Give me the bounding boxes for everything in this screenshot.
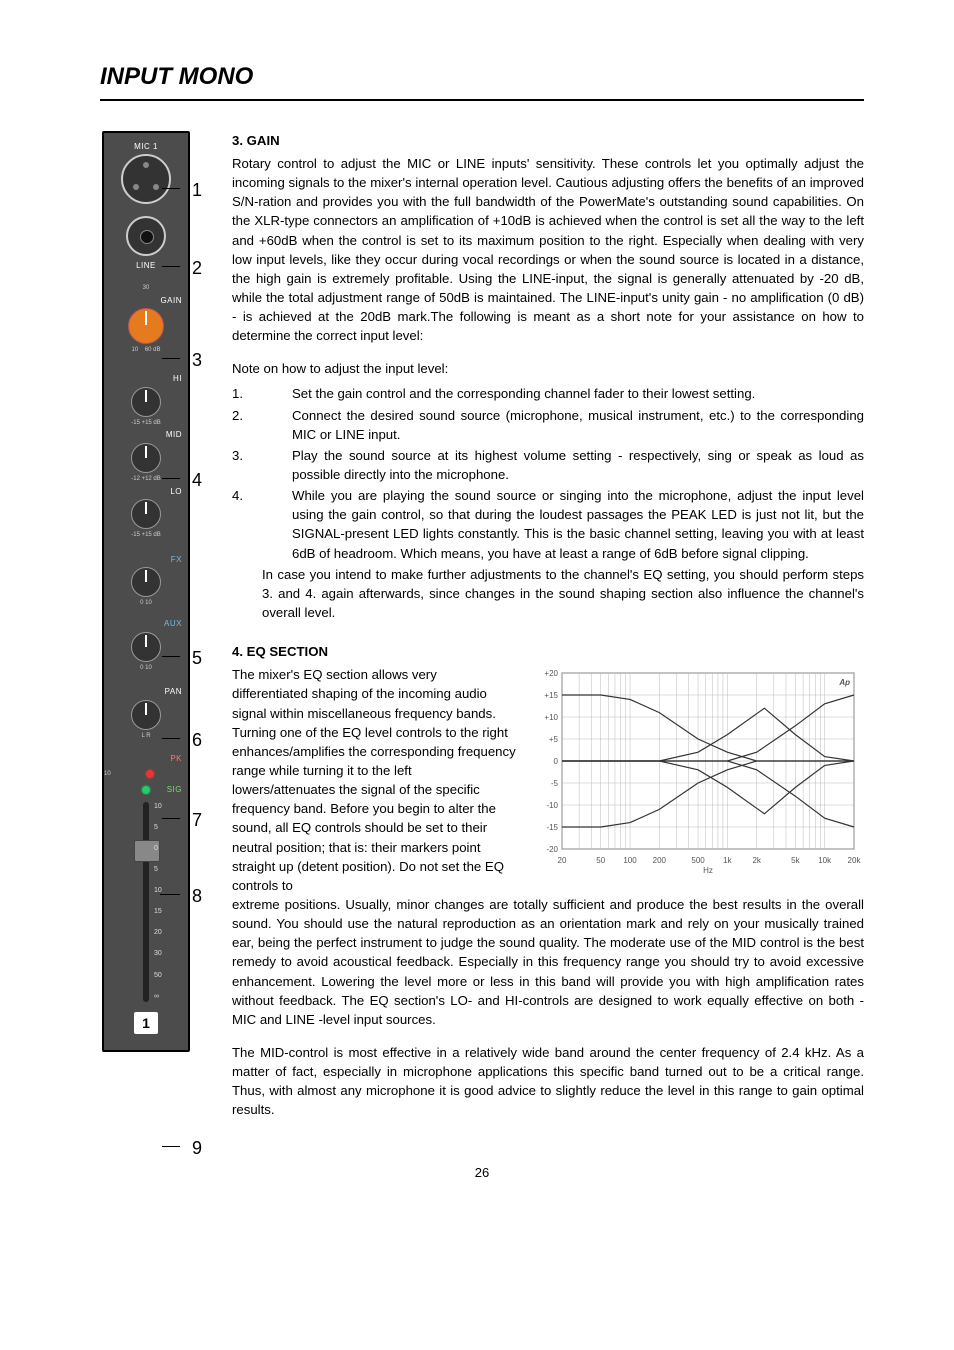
svg-text:100: 100 — [623, 856, 637, 865]
pan-label: PAN — [104, 686, 188, 698]
eq-chart: -20 -15 -10 -5 0 +5 +10 +15 +20 20 50 100 200 500 1k 2k… — [534, 665, 864, 895]
fader[interactable]: 105051015203050∞ — [104, 802, 188, 1002]
note-step: 4.While you are playing the sound source… — [232, 486, 864, 563]
fx-knob[interactable] — [131, 567, 161, 597]
svg-text:-15: -15 — [546, 823, 558, 832]
note-title: Note on how to adjust the input level: — [232, 359, 864, 378]
channel-number: 1 — [134, 1012, 158, 1034]
svg-text:+15: +15 — [544, 691, 558, 700]
note-step: 1.Set the gain control and the correspon… — [232, 384, 864, 403]
svg-text:500: 500 — [691, 856, 705, 865]
gain-scale: 30 — [104, 284, 188, 293]
channel-strip-column: MIC 1 LINE 30 GAIN 10 60 dB HI -15 +15 d… — [100, 131, 220, 1134]
eq-body-1: The mixer's EQ section allows very diffe… — [232, 665, 516, 895]
aux-label: AUX — [104, 618, 188, 630]
svg-text:1k: 1k — [723, 856, 732, 865]
callout-7: 7 — [192, 807, 202, 833]
sig-label: SIG — [104, 784, 188, 796]
svg-text:-10: -10 — [546, 801, 558, 810]
gain-label: GAIN — [104, 295, 188, 307]
svg-text:200: 200 — [653, 856, 667, 865]
svg-text:0: 0 — [554, 757, 559, 766]
svg-text:5k: 5k — [791, 856, 800, 865]
callout-6: 6 — [192, 727, 202, 753]
note-step: 3.Play the sound source at its highest v… — [232, 446, 864, 484]
fx-label: FX — [104, 554, 188, 566]
fader-scale: 105051015203050∞ — [154, 802, 162, 1002]
svg-text:+20: +20 — [544, 669, 558, 678]
gain-section-title: 3. GAIN — [232, 131, 864, 150]
svg-text:+10: +10 — [544, 713, 558, 722]
gain-afterword: In case you intend to make further adjus… — [232, 565, 864, 622]
peak-led-icon — [146, 770, 154, 778]
note-step: 2.Connect the desired sound source (micr… — [232, 406, 864, 444]
mic-label: MIC 1 — [104, 141, 188, 153]
callout-numbers: 123456789 — [192, 131, 220, 1134]
svg-text:-20: -20 — [546, 845, 558, 854]
channel-strip: MIC 1 LINE 30 GAIN 10 60 dB HI -15 +15 d… — [102, 131, 190, 1052]
svg-text:20k: 20k — [848, 856, 862, 865]
svg-text:+5: +5 — [549, 735, 559, 744]
svg-text:Hz: Hz — [703, 866, 713, 875]
pan-knob[interactable] — [131, 700, 161, 730]
page-title: INPUT MONO — [100, 60, 864, 101]
page-number: 26 — [100, 1164, 864, 1183]
lo-knob[interactable] — [131, 499, 161, 529]
callout-5: 5 — [192, 645, 202, 671]
callout-4: 4 — [192, 467, 202, 493]
aux-knob[interactable] — [131, 632, 161, 662]
svg-text:10k: 10k — [818, 856, 832, 865]
xlr-connector-icon — [121, 154, 171, 204]
lo-label: LO — [104, 486, 188, 498]
callout-3: 3 — [192, 347, 202, 373]
eq-body-3: The MID-control is most effective in a r… — [232, 1043, 864, 1120]
pk-label: PK — [104, 753, 188, 765]
svg-text:-5: -5 — [551, 779, 559, 788]
svg-text:2k: 2k — [752, 856, 761, 865]
svg-text:20: 20 — [558, 856, 567, 865]
callout-9: 9 — [192, 1135, 202, 1161]
callout-8: 8 — [192, 883, 202, 909]
mid-knob[interactable] — [131, 443, 161, 473]
callout-2: 2 — [192, 255, 202, 281]
trs-connector-icon — [126, 216, 166, 256]
svg-text:Ap: Ap — [838, 678, 850, 687]
body-text: 3. GAIN Rotary control to adjust the MIC… — [232, 131, 864, 1134]
hi-label: HI — [104, 373, 188, 385]
eq-section-title: 4. EQ SECTION — [232, 642, 864, 661]
gain-knob[interactable] — [128, 308, 164, 344]
eq-body-2: extreme positions. Usually, minor change… — [232, 895, 864, 1029]
callout-1: 1 — [192, 177, 202, 203]
hi-knob[interactable] — [131, 387, 161, 417]
mid-label: MID — [104, 429, 188, 441]
svg-text:50: 50 — [596, 856, 605, 865]
gain-body: Rotary control to adjust the MIC or LINE… — [232, 154, 864, 345]
